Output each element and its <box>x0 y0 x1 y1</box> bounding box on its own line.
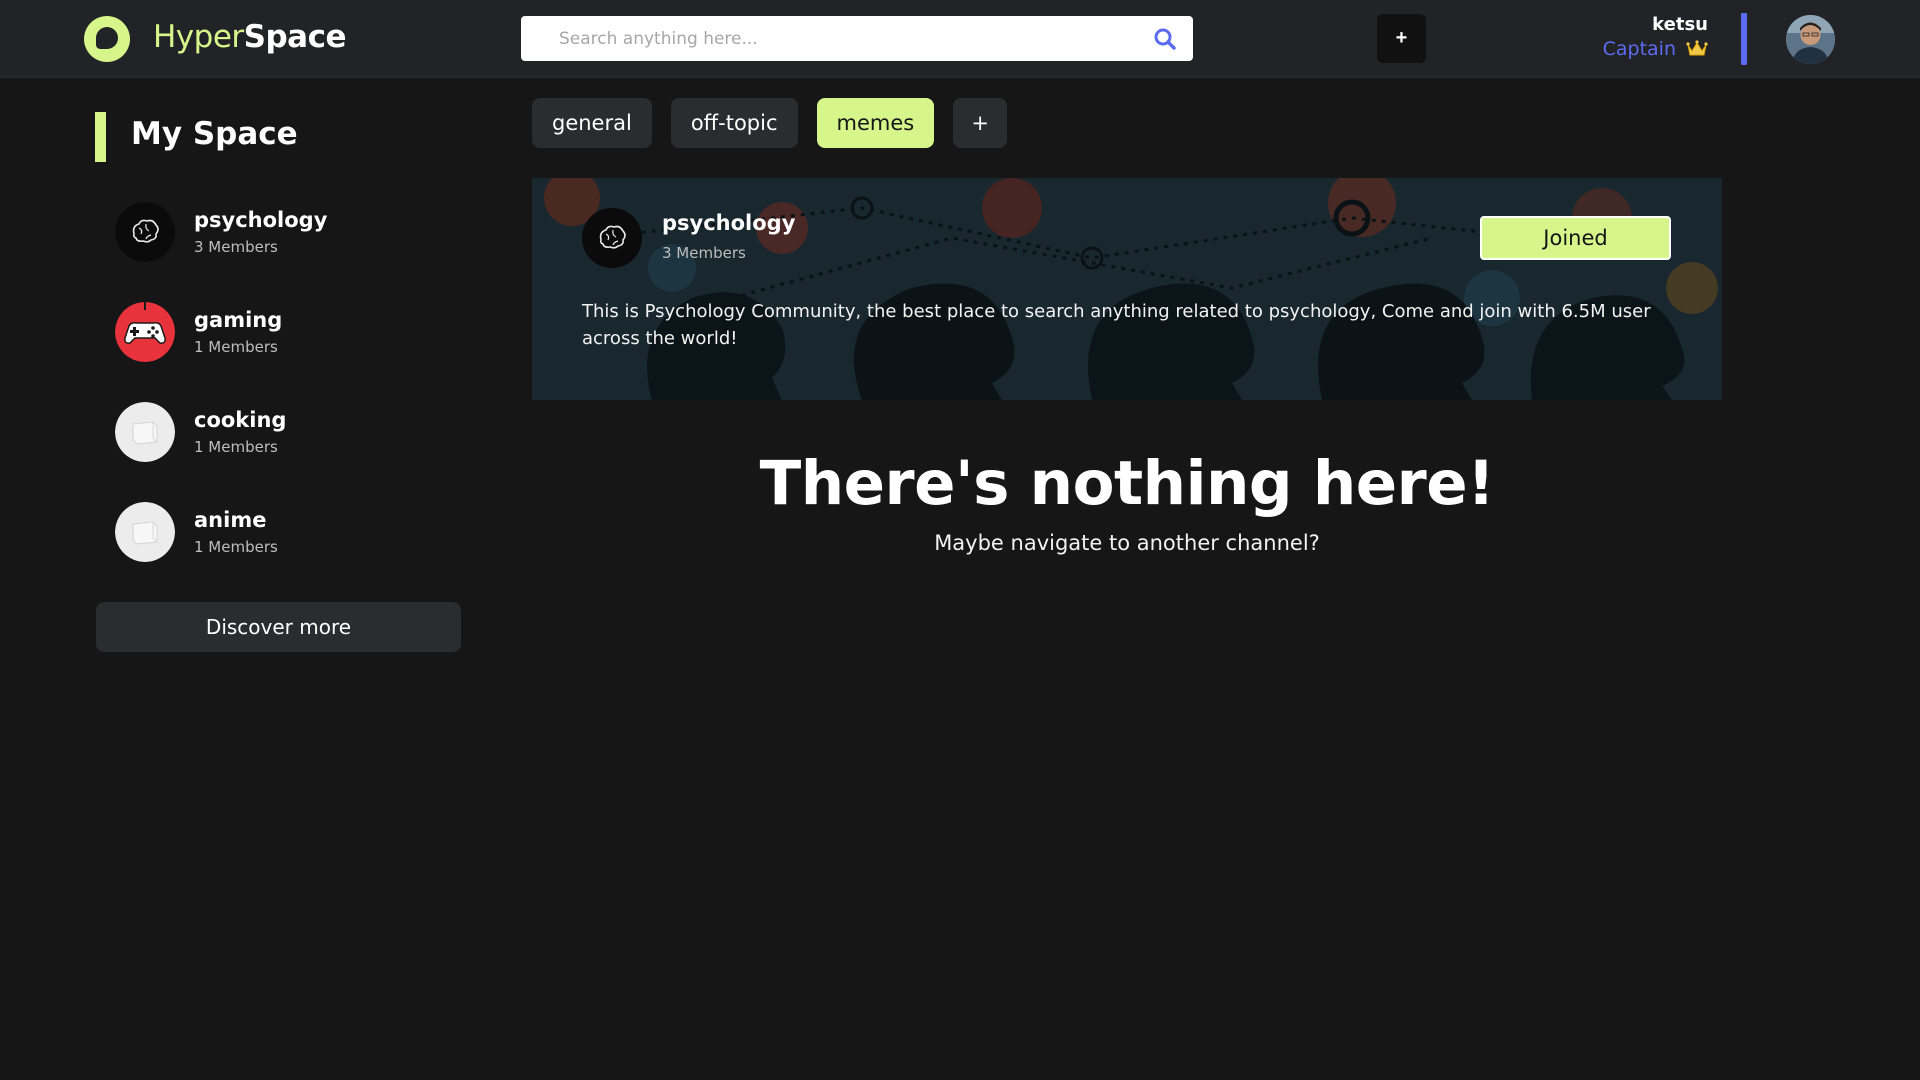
avatar-icon <box>1786 15 1835 64</box>
search-bar <box>521 16 1193 61</box>
logo-text-space: Space <box>243 19 347 55</box>
tab-off-topic[interactable]: off-topic <box>670 98 798 148</box>
crown-icon <box>1686 40 1708 56</box>
sidebar-title: My Space <box>131 116 298 152</box>
brain-icon <box>582 208 642 268</box>
top-bar: HyperSpace + ketsu Captain <box>0 0 1920 78</box>
community-name: anime <box>194 508 267 532</box>
sidebar-item-gaming[interactable]: gaming 1 Members <box>115 302 475 362</box>
gamepad-icon <box>115 302 175 362</box>
community-name: psychology <box>194 208 328 232</box>
community-members: 1 Members <box>194 438 278 456</box>
community-members: 3 Members <box>194 238 278 256</box>
banner-community-name: psychology <box>662 211 796 235</box>
community-members: 1 Members <box>194 538 278 556</box>
logo-text-hyper: Hyper <box>153 19 244 55</box>
discover-more-button[interactable]: Discover more <box>96 602 461 652</box>
user-name[interactable]: ketsu <box>1652 14 1708 35</box>
create-button[interactable]: + <box>1377 14 1426 63</box>
brain-icon <box>115 202 175 262</box>
community-members: 1 Members <box>194 338 278 356</box>
user-divider <box>1741 13 1747 65</box>
user-role: Captain <box>1603 38 1708 60</box>
tab-general[interactable]: general <box>532 98 652 148</box>
channel-tabs: general off-topic memes + <box>532 98 1008 148</box>
community-description: This is Psychology Community, the best p… <box>582 301 1651 349</box>
sidebar-item-cooking[interactable]: cooking 1 Members <box>115 402 475 462</box>
joined-button[interactable]: Joined <box>1480 216 1671 260</box>
user-role-label: Captain <box>1602 38 1676 60</box>
search-input[interactable] <box>559 16 1139 61</box>
user-avatar[interactable] <box>1786 15 1835 64</box>
placeholder-icon <box>115 402 175 462</box>
sidebar-item-anime[interactable]: anime 1 Members <box>115 502 475 562</box>
community-name: cooking <box>194 408 287 432</box>
placeholder-icon <box>115 502 175 562</box>
sidebar-item-psychology[interactable]: psychology 3 Members <box>115 202 475 262</box>
app-logo[interactable]: HyperSpace <box>153 19 347 55</box>
banner-community-members: 3 Members <box>662 244 746 262</box>
add-channel-button[interactable]: + <box>953 98 1008 148</box>
logo-icon[interactable] <box>84 16 130 62</box>
empty-state-title: There's nothing here! <box>759 448 1495 519</box>
search-icon[interactable] <box>1153 27 1177 51</box>
empty-state-subtitle: Maybe navigate to another channel? <box>934 531 1320 555</box>
sidebar-title-accent <box>95 112 106 162</box>
community-banner: psychology 3 Members Joined This is Psyc… <box>532 178 1722 400</box>
tab-memes[interactable]: memes <box>816 98 935 148</box>
community-name: gaming <box>194 308 283 332</box>
